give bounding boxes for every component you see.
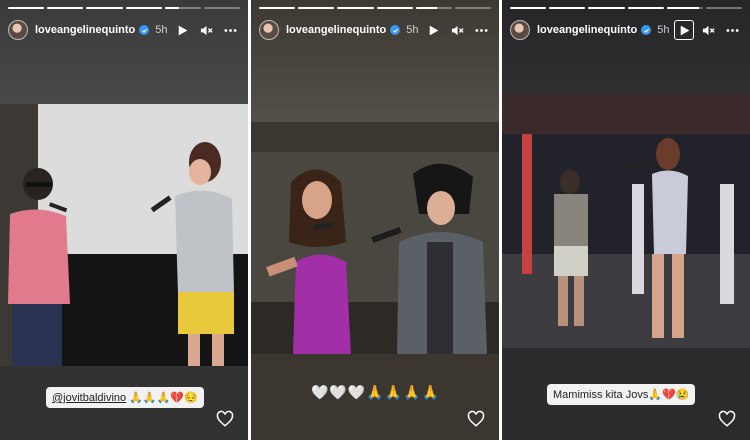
progress-segment [203, 7, 241, 9]
avatar[interactable] [8, 20, 28, 40]
progress-segment [376, 7, 413, 9]
story-header: loveangelinequinto 5h [259, 18, 491, 42]
progress-segment [510, 7, 547, 9]
story-panel-1[interactable]: loveangelinequinto 5h @jovitbaldivino 🙏🙏… [0, 0, 248, 440]
story-progress-bar [510, 7, 743, 9]
progress-segment [125, 7, 162, 9]
username[interactable]: loveangelinequinto [537, 24, 637, 36]
story-photo [251, 122, 499, 354]
progress-segment [86, 7, 123, 9]
story-background [502, 0, 750, 95]
timestamp: 5h [406, 24, 419, 36]
more-icon[interactable] [723, 20, 742, 40]
story-panel-2[interactable]: loveangelinequinto 5h 🤍🤍🤍🙏🙏🙏🙏 [251, 0, 499, 440]
heart-icon[interactable] [718, 410, 736, 428]
timestamp: 5h [657, 24, 670, 36]
more-icon[interactable] [472, 20, 491, 40]
mute-icon[interactable] [699, 20, 718, 40]
play-icon[interactable] [172, 20, 191, 40]
more-icon[interactable] [221, 20, 240, 40]
story-header: loveangelinequinto 5h [510, 18, 742, 42]
story-background [0, 0, 248, 110]
progress-segment [415, 7, 452, 9]
progress-segment [259, 7, 296, 9]
heart-icon[interactable] [216, 410, 234, 428]
mention-link[interactable]: @jovitbaldivino [52, 392, 126, 404]
story-caption: 🤍🤍🤍🙏🙏🙏🙏 [311, 384, 441, 400]
verified-badge-icon [390, 25, 401, 35]
stories-screen: loveangelinequinto 5h @jovitbaldivino 🙏🙏… [0, 0, 750, 440]
heart-icon[interactable] [467, 410, 485, 428]
story-panel-3[interactable]: loveangelinequinto 5h Mamimiss kita Jovs… [502, 0, 750, 440]
progress-segment [164, 7, 201, 9]
play-icon[interactable] [674, 20, 694, 40]
progress-segment [337, 7, 374, 9]
story-photo [0, 104, 248, 366]
avatar[interactable] [259, 20, 279, 40]
username[interactable]: loveangelinequinto [35, 24, 135, 36]
progress-segment [627, 7, 664, 9]
story-caption: Mamimiss kita Jovs🙏💔😢 [547, 384, 696, 405]
caption-text: 🙏🙏🙏💔😔 [126, 392, 198, 404]
progress-segment [47, 7, 84, 9]
verified-badge-icon [641, 25, 652, 35]
avatar[interactable] [510, 20, 530, 40]
username[interactable]: loveangelinequinto [286, 24, 386, 36]
progress-segment [298, 7, 335, 9]
timestamp: 5h [155, 24, 168, 36]
story-progress-bar [8, 7, 241, 9]
story-photo [502, 94, 750, 348]
mute-icon[interactable] [197, 20, 216, 40]
story-header: loveangelinequinto 5h [8, 18, 240, 42]
progress-segment [666, 7, 703, 9]
progress-segment [8, 7, 45, 9]
mute-icon[interactable] [448, 20, 467, 40]
progress-segment [454, 7, 492, 9]
story-progress-bar [259, 7, 492, 9]
progress-segment [588, 7, 625, 9]
progress-segment [549, 7, 586, 9]
story-caption: @jovitbaldivino 🙏🙏🙏💔😔 [46, 387, 204, 408]
verified-badge-icon [139, 25, 150, 35]
progress-segment [705, 7, 743, 9]
play-icon[interactable] [423, 20, 442, 40]
